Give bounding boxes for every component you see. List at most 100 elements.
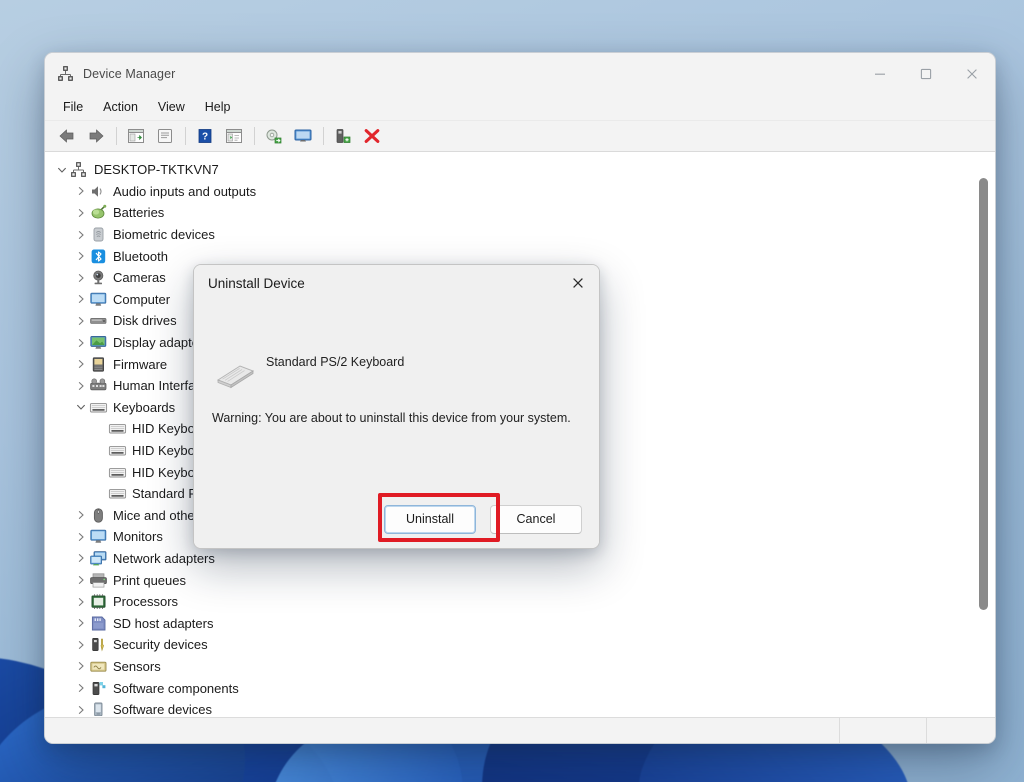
close-button[interactable]: [949, 53, 995, 94]
tree-item[interactable]: Software components: [46, 677, 994, 699]
chevron-right-icon[interactable]: [72, 553, 89, 563]
dialog-body: Standard PS/2 Keyboard Warning: You are …: [194, 301, 599, 548]
chevron-right-icon[interactable]: [72, 532, 89, 542]
chevron-right-icon[interactable]: [72, 230, 89, 240]
monitor-icon: [90, 530, 107, 544]
tree-item[interactable]: Audio inputs and outputs: [46, 181, 994, 203]
network-adapter-icon: [90, 551, 107, 566]
close-icon: [967, 68, 977, 79]
battery-icon: [91, 205, 107, 219]
svg-text:?: ?: [202, 132, 208, 143]
tree-item[interactable]: SD host adapters: [46, 612, 994, 634]
biometric-icon: [93, 227, 104, 242]
keyboard-icon: [89, 402, 108, 413]
help-icon: ?: [198, 129, 212, 143]
statusbar-pane-2: [839, 718, 926, 743]
window-controls: [857, 53, 995, 94]
disk-drive-icon: [90, 318, 107, 325]
camera-icon: [93, 270, 104, 285]
tree-item[interactable]: Biometric devices: [46, 224, 994, 246]
tree-item-label: Print queues: [113, 572, 186, 588]
keyboard-icon: [108, 424, 127, 434]
chevron-down-icon[interactable]: [53, 165, 70, 175]
tree-item[interactable]: Software devices: [46, 699, 994, 716]
chevron-right-icon[interactable]: [72, 683, 89, 693]
toolbar-separator: [116, 127, 117, 145]
properties-button[interactable]: [151, 123, 179, 149]
tree-item[interactable]: Batteries: [46, 202, 994, 224]
keyboard-perspective-icon: [216, 365, 255, 389]
chevron-right-icon[interactable]: [72, 640, 89, 650]
forward-icon: [89, 129, 104, 143]
tree-item[interactable]: Network adapters: [46, 548, 994, 570]
tree-scrollbar-thumb[interactable]: [979, 178, 988, 610]
printer-icon: [90, 573, 107, 588]
titlebar[interactable]: Device Manager: [45, 53, 995, 94]
view-button[interactable]: [220, 123, 248, 149]
cancel-button[interactable]: Cancel: [490, 504, 582, 534]
sd-host-adapter-icon: [91, 616, 106, 631]
chevron-right-icon[interactable]: [72, 251, 89, 261]
tree-item-label: Security devices: [113, 637, 208, 653]
minimize-button[interactable]: [857, 53, 903, 94]
tree-item-label: Biometric devices: [113, 227, 215, 243]
chevron-right-icon[interactable]: [72, 294, 89, 304]
add-legacy-hardware-button[interactable]: [329, 123, 357, 149]
view-icon: [226, 129, 242, 143]
tree-item[interactable]: Sensors: [46, 656, 994, 678]
maximize-button[interactable]: [903, 53, 949, 94]
tree-item[interactable]: Processors: [46, 591, 994, 613]
menu-view[interactable]: View: [148, 98, 195, 116]
toolbar-separator: [254, 127, 255, 145]
tree-scrollbar[interactable]: [977, 156, 990, 713]
chevron-right-icon[interactable]: [72, 359, 89, 369]
tree-root-item[interactable]: DESKTOP-TKTKVN7: [46, 159, 994, 181]
tree-item[interactable]: Print queues: [46, 569, 994, 591]
chevron-right-icon[interactable]: [72, 618, 89, 628]
dialog-title: Uninstall Device: [208, 275, 305, 291]
minimize-icon: [875, 73, 885, 75]
dialog-button-row: Uninstall Cancel: [194, 490, 599, 548]
maximize-icon: [920, 68, 932, 79]
forward-button[interactable]: [82, 123, 110, 149]
device-manager-icon: [58, 66, 73, 81]
bluetooth-icon: [91, 249, 106, 263]
chevron-right-icon[interactable]: [72, 316, 89, 326]
chevron-right-icon[interactable]: [72, 705, 89, 715]
tree-item[interactable]: Security devices: [46, 634, 994, 656]
dialog-close-button[interactable]: [557, 265, 599, 301]
back-button[interactable]: [53, 123, 81, 149]
chevron-right-icon[interactable]: [72, 338, 89, 348]
menu-action[interactable]: Action: [93, 98, 148, 116]
help-button[interactable]: ?: [191, 123, 219, 149]
uninstall-device-button[interactable]: [358, 123, 386, 149]
chevron-right-icon[interactable]: [72, 661, 89, 671]
sensor-icon: [90, 661, 107, 672]
menu-file[interactable]: File: [53, 98, 93, 116]
display-adapter-icon: [90, 335, 107, 349]
chevron-right-icon[interactable]: [72, 381, 89, 391]
dialog-device-name: Standard PS/2 Keyboard: [266, 355, 405, 369]
statusbar-pane-3: [926, 718, 995, 743]
tree-item-label: Firmware: [113, 356, 168, 372]
chevron-right-icon[interactable]: [72, 575, 89, 585]
dialog-warning-text: Warning: You are about to uninstall this…: [212, 411, 571, 425]
tree-item-label: Software components: [113, 680, 239, 696]
scan-hardware-changes-button[interactable]: [289, 123, 317, 149]
tree-item-label: SD host adapters: [113, 615, 214, 631]
chevron-down-icon[interactable]: [72, 402, 89, 412]
update-driver-button[interactable]: [260, 123, 288, 149]
chevron-right-icon[interactable]: [72, 208, 89, 218]
chevron-right-icon[interactable]: [72, 273, 89, 283]
monitor-icon: [90, 292, 107, 306]
chevron-right-icon[interactable]: [72, 597, 89, 607]
window-title: Device Manager: [83, 66, 176, 81]
tree-item-label: DESKTOP-TKTKVN7: [94, 162, 219, 178]
uninstall-button[interactable]: Uninstall: [384, 504, 476, 534]
show-hide-console-tree-button[interactable]: [122, 123, 150, 149]
chevron-right-icon[interactable]: [72, 510, 89, 520]
chevron-right-icon[interactable]: [72, 186, 89, 196]
dialog-titlebar[interactable]: Uninstall Device: [194, 265, 599, 301]
uninstall-device-icon: [364, 129, 380, 143]
menu-help[interactable]: Help: [195, 98, 241, 116]
